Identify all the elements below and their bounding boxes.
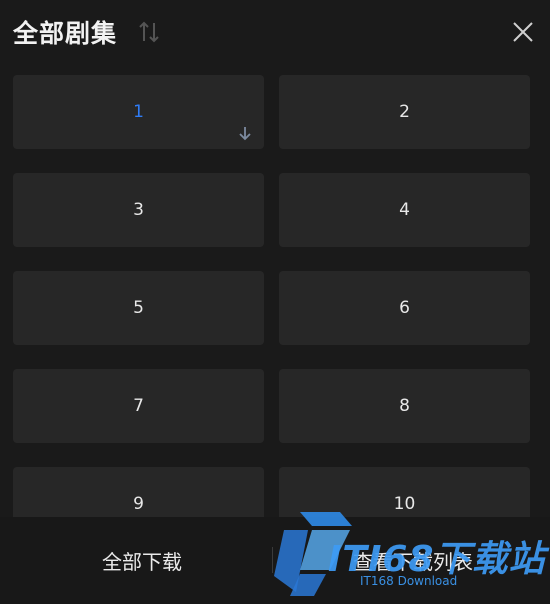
episode-4-button[interactable]: 4 [279,173,530,247]
downloaded-arrow-icon [239,127,251,141]
episode-number: 3 [133,200,144,220]
episode-10-button[interactable]: 10 [279,467,530,517]
episode-number: 8 [399,396,410,416]
episode-number: 5 [133,298,144,318]
episode-number: 1 [133,102,144,122]
episode-1-button[interactable]: 1 [13,75,264,149]
episode-number: 4 [399,200,410,220]
episode-6-button[interactable]: 6 [279,271,530,345]
footer-bar: 全部下载 查看下载列表 [0,517,550,604]
download-all-button[interactable]: 全部下载 [5,517,279,604]
episode-3-button[interactable]: 3 [13,173,264,247]
episode-2-button[interactable]: 2 [279,75,530,149]
episode-7-button[interactable]: 7 [13,369,264,443]
episode-number: 9 [133,494,144,514]
view-download-list-button[interactable]: 查看下载列表 [276,517,550,604]
episode-number: 10 [393,494,416,514]
episode-number: 6 [399,298,410,318]
footer-divider [272,547,273,573]
close-icon[interactable] [508,17,538,47]
page-title: 全部剧集 [13,19,118,48]
episode-5-button[interactable]: 5 [13,271,264,345]
header: 全部剧集 [0,0,550,68]
episode-grid: 1 2 3 4 5 6 7 8 9 10 [13,75,531,517]
episode-number: 7 [133,396,144,416]
episode-8-button[interactable]: 8 [279,369,530,443]
sort-icon[interactable] [138,20,160,44]
episode-9-button[interactable]: 9 [13,467,264,517]
episode-number: 2 [399,102,410,122]
